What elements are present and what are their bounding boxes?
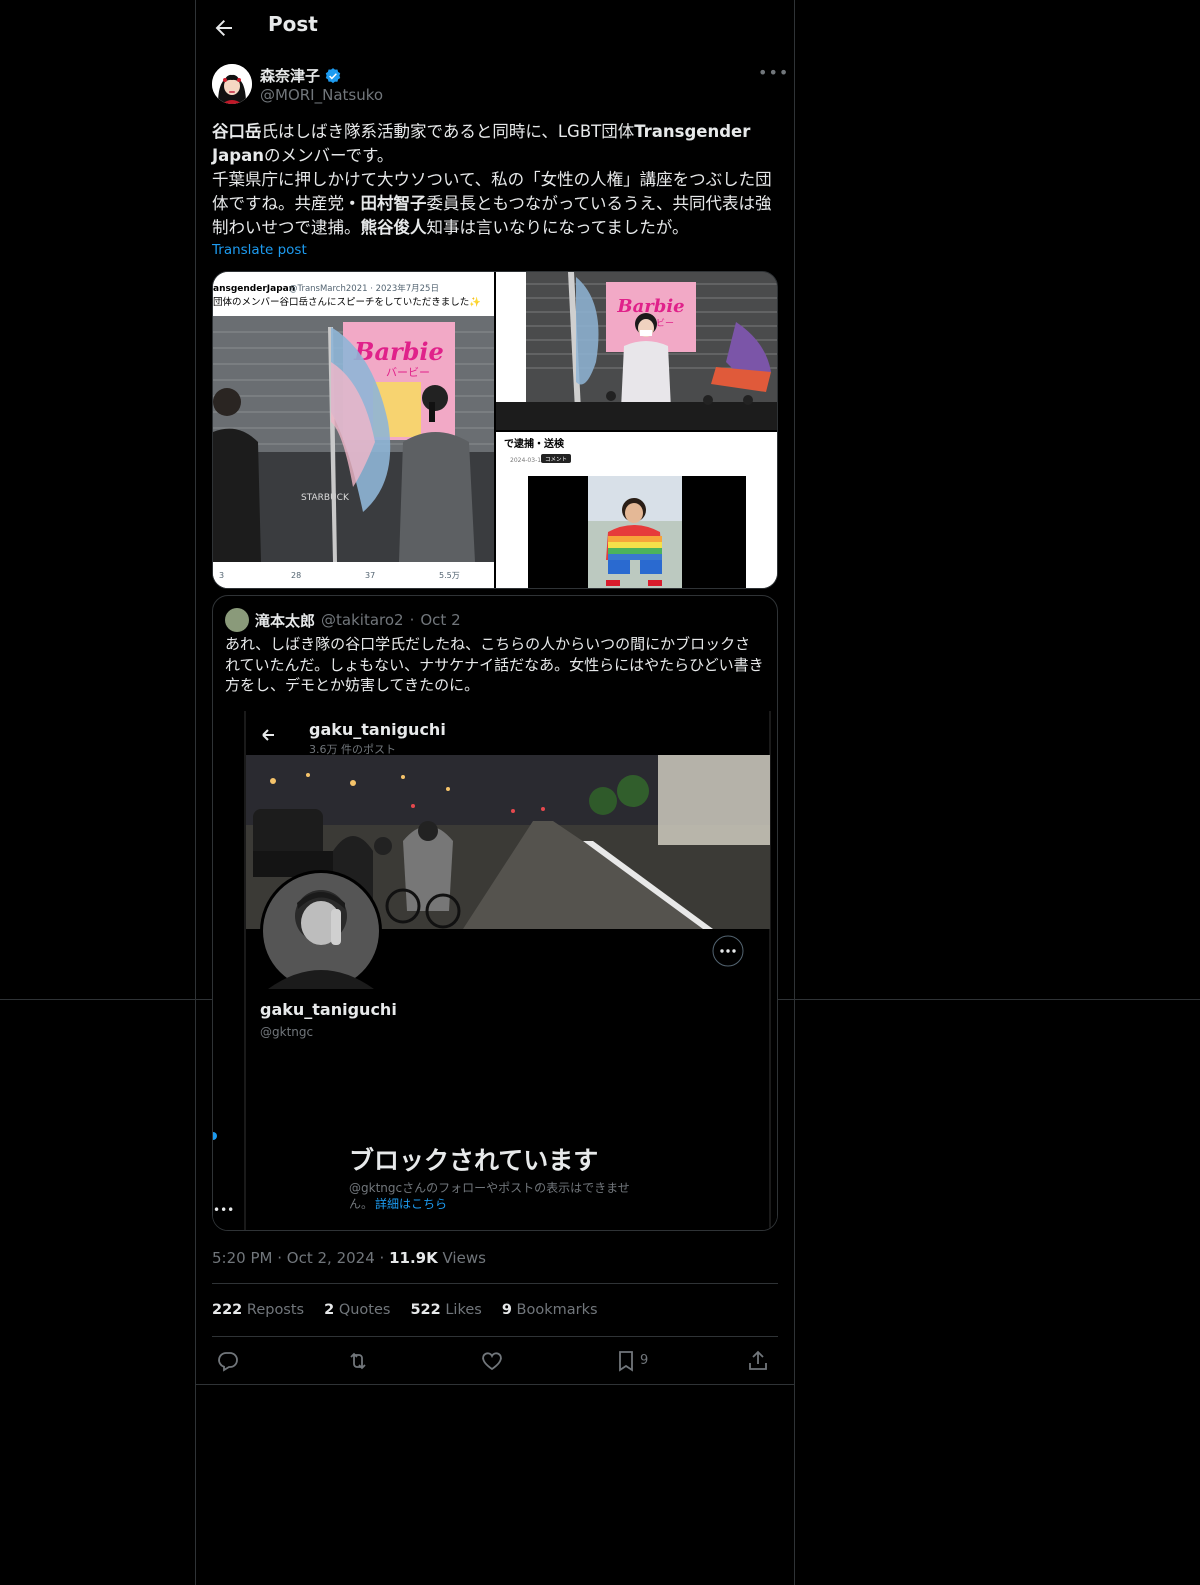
post-meta: 5:20 PM · Oct 2, 2024 · 11.9K Views (212, 1249, 486, 1267)
post-text: 谷口岳氏はしばき隊系活動家であると同時に、LGBT団体Transgender J… (212, 120, 778, 240)
meta-dot: · (277, 1249, 287, 1267)
media-image-1-text: 団体のメンバー谷口岳さんにスピーチをしていただきました✨ (213, 296, 481, 308)
divider (196, 1384, 794, 1385)
likes-stat[interactable]: 522 Likes (410, 1302, 481, 1318)
like-icon[interactable] (480, 1349, 504, 1373)
quoted-post-text: あれ、しばき隊の谷口学氏だしたね、こちらの人からいつの間にかブロックされていたん… (225, 635, 764, 694)
divider (212, 1336, 778, 1337)
screenshot-post-count: 3.6万 件のポスト (309, 743, 396, 756)
author-name[interactable]: 森奈津子 (260, 65, 320, 86)
screenshot-profile-handle: @gktngc (260, 1025, 313, 1039)
post-text-bold: 谷口岳 (212, 122, 262, 141)
screenshot-more-dots: ••• (213, 1203, 234, 1217)
media-image-3[interactable]: で逮捕・送検 2024-03-19 コメント (496, 432, 777, 588)
quoted-date: Oct 2 (420, 611, 461, 629)
author-name-row: 森奈津子 (260, 65, 342, 86)
screenshot-blocked-desc-2: ん。 (349, 1197, 373, 1211)
like-stat: 37 (365, 571, 375, 580)
media-image-1[interactable]: ansgenderJapan @TransMarch2021 · 2023年7月… (213, 272, 494, 588)
media-image-1-store: STARBUCK (301, 493, 350, 503)
post-time[interactable]: 5:20 PM (212, 1249, 272, 1267)
meta-dot: · (379, 1249, 390, 1267)
post-text-bold: 熊谷俊人 (360, 218, 427, 237)
post-text-bold: ・田村智子 (344, 194, 427, 213)
media-image-3-date: 2024-03-19 (510, 457, 545, 464)
media-image-1-banner: Barbie (353, 337, 444, 366)
media-image-3-headline: で逮捕・送検 (504, 437, 565, 450)
quoted-post[interactable]: 滝本太郎 @takitaro2 · Oct 2 あれ、しばき隊の谷口学氏だしたね… (212, 595, 778, 1231)
reply-icon[interactable] (216, 1349, 240, 1373)
quoted-avatar (225, 608, 249, 632)
verified-badge-icon (325, 67, 341, 83)
author-handle[interactable]: @MORI_Natsuko (260, 86, 383, 104)
quoted-screenshot-image[interactable]: gaku_taniguchi 3.6万 件のポスト gaku_taniguchi… (213, 711, 777, 1231)
translate-post-link[interactable]: Translate post (212, 242, 307, 258)
back-arrow-icon[interactable] (212, 16, 236, 40)
media-image-3-tag: コメント (545, 456, 567, 463)
media-image-1-handle-date: @TransMarch2021 · 2023年7月25日 (289, 283, 439, 294)
post-views-label: Views (442, 1249, 486, 1267)
post-views-count: 11.9K (389, 1249, 438, 1267)
post-text-segment: のメンバーです。 (263, 146, 394, 165)
screenshot-blocked-link: 詳細はこちら (375, 1196, 447, 1211)
media-image-1-banner-sub: バービー (386, 366, 430, 379)
avatar[interactable] (212, 64, 252, 104)
page-title: Post (268, 12, 318, 36)
screenshot-blocked-desc-1: @gktngcさんのフォローやポストの表示はできませ (349, 1181, 630, 1195)
quoted-dot: · (409, 611, 415, 629)
share-icon[interactable] (746, 1349, 770, 1373)
bookmark-icon[interactable] (614, 1349, 638, 1373)
quoted-post-header: 滝本太郎 @takitaro2 · Oct 2 (225, 608, 461, 632)
media-image-2[interactable]: Barbie バービー (496, 272, 777, 430)
post-media-grid: ansgenderJapan @TransMarch2021 · 2023年7月… (212, 271, 778, 589)
quoted-author-name: 滝本太郎 (255, 611, 316, 630)
repost-icon[interactable] (346, 1349, 370, 1373)
main-column: Post 森奈津子 @MORI_Natsuko ••• 谷口岳氏はしばき隊系活動… (195, 0, 795, 1585)
media-image-2-banner: Barbie (616, 296, 684, 317)
page-header: Post (196, 0, 794, 56)
engagement-stats: 222 Reposts 2 Quotes 522 Likes 9 Bookmar… (212, 1302, 598, 1318)
reply-stat: 3 (219, 571, 224, 580)
reposts-stat[interactable]: 222 Reposts (212, 1302, 304, 1318)
divider (212, 1283, 778, 1284)
post-text-segment: 知事は言いなりになってましたが。 (426, 218, 689, 237)
post-author: 森奈津子 @MORI_Natsuko ••• (212, 64, 788, 108)
bookmark-count: 9 (640, 1353, 649, 1368)
view-stat: 5.5万 (439, 571, 460, 580)
post-text-segment: 氏はしばき隊系活動家であると同時に、LGBT団体 (261, 122, 635, 141)
screenshot-blocked-title: ブロックされています (349, 1146, 598, 1175)
post-date[interactable]: Oct 2, 2024 (287, 1249, 375, 1267)
quotes-stat[interactable]: 2 Quotes (324, 1302, 390, 1318)
media-image-1-account: ansgenderJapan (213, 284, 295, 294)
screenshot-profile-name: gaku_taniguchi (260, 1000, 397, 1019)
repost-stat: 28 (291, 571, 301, 580)
quoted-author-handle: @takitaro2 (321, 611, 404, 629)
more-options-icon[interactable]: ••• (758, 65, 788, 86)
bookmarks-stat[interactable]: 9 Bookmarks (502, 1302, 598, 1318)
action-bar: 9 (212, 1349, 778, 1373)
screenshot-title: gaku_taniguchi (309, 720, 446, 739)
